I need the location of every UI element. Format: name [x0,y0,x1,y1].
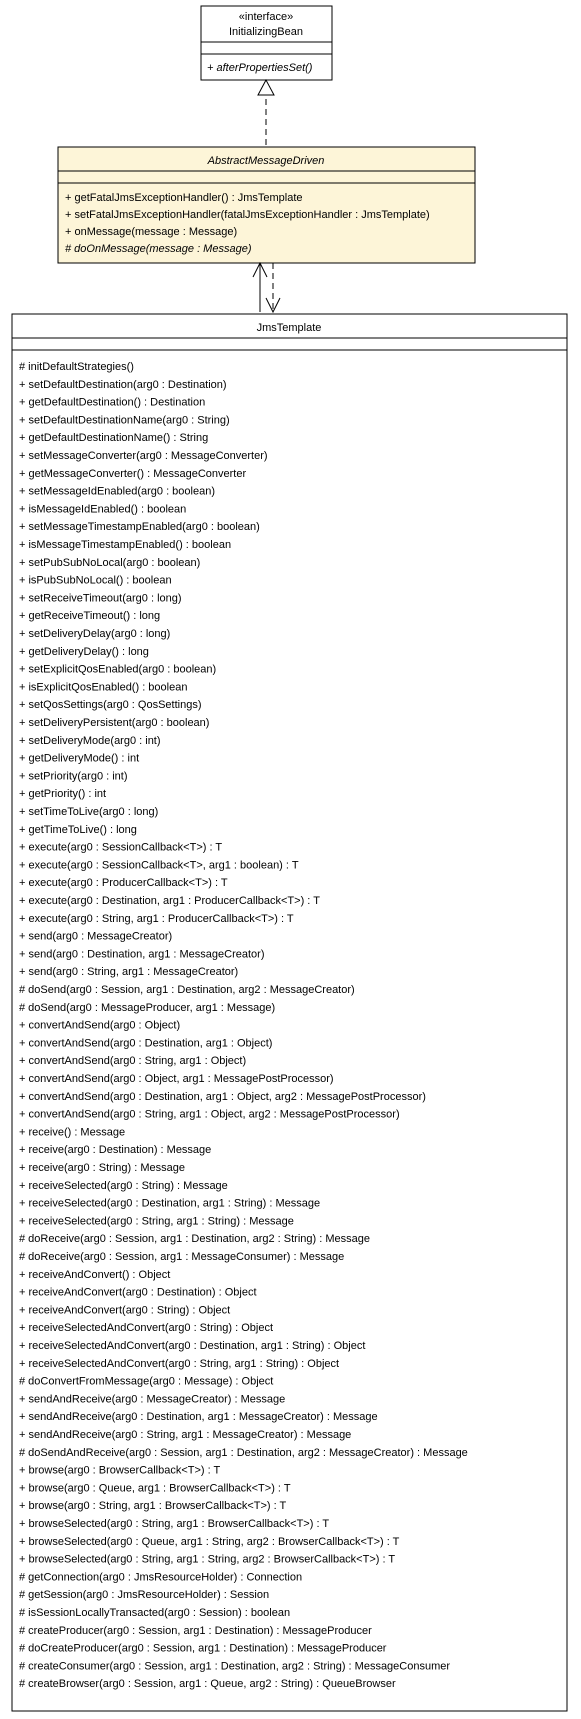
method: + sendAndReceive(arg0 : MessageCreator) … [19,1393,285,1405]
method: + receiveSelectedAndConvert(arg0 : Strin… [19,1358,339,1370]
method: + getMessageConverter() : MessageConvert… [19,468,246,480]
method: + setMessageConverter(arg0 : MessageConv… [19,450,268,462]
class-name: InitializingBean [229,26,303,38]
method: + execute(arg0 : ProducerCallback<T>) : … [19,877,228,889]
method: # doSendAndReceive(arg0 : Session, arg1 … [19,1447,468,1459]
method: # createProducer(arg0 : Session, arg1 : … [19,1625,372,1637]
method: # doSend(arg0 : MessageProducer, arg1 : … [19,1002,275,1014]
method: + execute(arg0 : SessionCallback<T>, arg… [19,859,299,871]
method: # doConvertFromMessage(arg0 : Message) :… [19,1376,273,1388]
method: + setQosSettings(arg0 : QosSettings) [19,699,202,711]
method: + receive(arg0 : Destination) : Message [19,1144,211,1156]
method: + getReceiveTimeout() : long [19,610,160,622]
method: + sendAndReceive(arg0 : Destination, arg… [19,1411,378,1423]
method: + isMessageTimestampEnabled() : boolean [19,539,231,551]
method: + isExplicitQosEnabled() : boolean [19,681,187,693]
uml-diagram: «interface» InitializingBean + afterProp… [0,0,581,1719]
method: + getDefaultDestinationName() : String [19,432,208,444]
method: # getConnection(arg0 : JmsResourceHolder… [19,1571,302,1583]
method: + browse(arg0 : BrowserCallback<T>) : T [19,1465,221,1477]
method: + getTimeToLive() : long [19,824,137,836]
realization-arrow [258,80,274,145]
method: + getFatalJmsExceptionHandler() : JmsTem… [65,192,303,204]
method: # doOnMessage(message : Message) [65,243,252,255]
method: # initDefaultStrategies() [19,361,134,373]
method: + setTimeToLive(arg0 : long) [19,806,158,818]
class-abstractmessagedriven: AbstractMessageDriven + getFatalJmsExcep… [58,147,475,263]
method: + execute(arg0 : SessionCallback<T>) : T [19,842,222,854]
method: # isSessionLocallyTransacted(arg0 : Sess… [19,1607,290,1619]
method: # doCreateProducer(arg0 : Session, arg1 … [19,1643,387,1655]
class-jmstemplate: JmsTemplate # initDefaultStrategies() + s… [12,314,567,1711]
method: + send(arg0 : MessageCreator) [19,931,172,943]
class-name: JmsTemplate [257,322,322,334]
class-initializingbean: «interface» InitializingBean + afterProp… [201,6,332,80]
method: + send(arg0 : Destination, arg1 : Messag… [19,948,265,960]
method: + getDefaultDestination() : Destination [19,397,205,409]
method: + setReceiveTimeout(arg0 : long) [19,592,182,604]
method: + browseSelected(arg0 : Queue, arg1 : St… [19,1536,400,1548]
method: + receive(arg0 : String) : Message [19,1162,185,1174]
method: + execute(arg0 : Destination, arg1 : Pro… [19,895,320,907]
class-name: AbstractMessageDriven [207,155,325,167]
method: + send(arg0 : String, arg1 : MessageCrea… [19,966,238,978]
method: + getPriority() : int [19,788,106,800]
method: + setDeliveryMode(arg0 : int) [19,735,161,747]
method: + receiveAndConvert(arg0 : String) : Obj… [19,1304,230,1316]
method: + isPubSubNoLocal() : boolean [19,575,172,587]
method: + setDeliveryPersistent(arg0 : boolean) [19,717,209,729]
method: + execute(arg0 : String, arg1 : Producer… [19,913,294,925]
method: + setPriority(arg0 : int) [19,770,128,782]
method: + setExplicitQosEnabled(arg0 : boolean) [19,664,216,676]
stereotype-label: «interface» [239,11,293,23]
method: + browseSelected(arg0 : String, arg1 : S… [19,1554,395,1566]
method: + browse(arg0 : String, arg1 : BrowserCa… [19,1500,287,1512]
method: + convertAndSend(arg0 : Object) [19,1020,180,1032]
method: + browse(arg0 : Queue, arg1 : BrowserCal… [19,1482,291,1494]
method: + receiveSelectedAndConvert(arg0 : Strin… [19,1322,273,1334]
method: + browseSelected(arg0 : String, arg1 : B… [19,1518,329,1530]
method: + onMessage(message : Message) [65,226,237,238]
dependency-arrows [253,263,280,312]
method: + getDeliveryMode() : int [19,753,139,765]
method: # doReceive(arg0 : Session, arg1 : Desti… [19,1233,370,1245]
method: + receiveSelected(arg0 : Destination, ar… [19,1198,320,1210]
method: + convertAndSend(arg0 : Object, arg1 : M… [19,1073,334,1085]
method: + setFatalJmsExceptionHandler(fatalJmsEx… [65,209,430,221]
method: + receive() : Message [19,1126,125,1138]
method: + setDefaultDestination(arg0 : Destinati… [19,379,227,391]
method: # doSend(arg0 : Session, arg1 : Destinat… [19,984,355,996]
method: # createConsumer(arg0 : Session, arg1 : … [19,1660,450,1672]
method: + receiveSelectedAndConvert(arg0 : Desti… [19,1340,365,1352]
method: + receiveSelected(arg0 : String) : Messa… [19,1180,228,1192]
method: + convertAndSend(arg0 : Destination, arg… [19,1037,272,1049]
method: + receiveSelected(arg0 : String, arg1 : … [19,1215,294,1227]
method: + convertAndSend(arg0 : Destination, arg… [19,1091,426,1103]
method: + convertAndSend(arg0 : String, arg1 : O… [19,1109,400,1121]
method: + sendAndReceive(arg0 : String, arg1 : M… [19,1429,351,1441]
method: # doReceive(arg0 : Session, arg1 : Messa… [19,1251,344,1263]
method: + convertAndSend(arg0 : String, arg1 : O… [19,1055,246,1067]
method: # getSession(arg0 : JmsResourceHolder) :… [19,1589,269,1601]
method: + receiveAndConvert() : Object [19,1269,170,1281]
method: + setPubSubNoLocal(arg0 : boolean) [19,557,200,569]
method: + receiveAndConvert(arg0 : Destination) … [19,1287,257,1299]
method: + setDeliveryDelay(arg0 : long) [19,628,170,640]
method: + afterPropertiesSet() [207,62,313,74]
method: + getDeliveryDelay() : long [19,646,149,658]
method: # createBrowser(arg0 : Session, arg1 : Q… [19,1678,396,1690]
method: + setMessageTimestampEnabled(arg0 : bool… [19,521,260,533]
method: + isMessageIdEnabled() : boolean [19,503,186,515]
method: + setMessageIdEnabled(arg0 : boolean) [19,486,215,498]
method: + setDefaultDestinationName(arg0 : Strin… [19,414,230,426]
